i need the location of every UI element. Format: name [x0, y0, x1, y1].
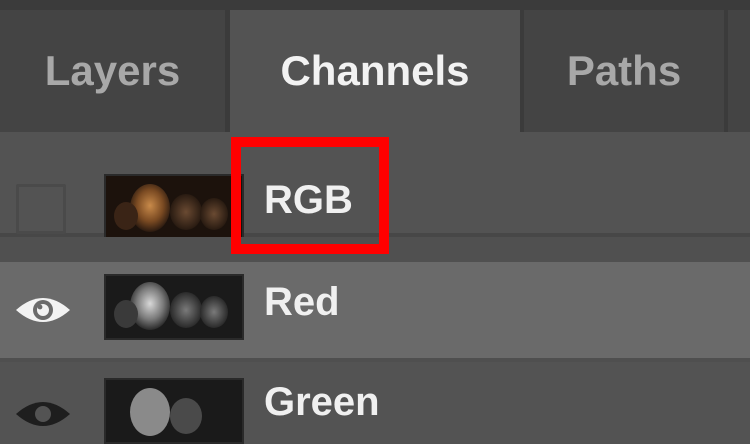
channel-thumbnail-rgb [104, 174, 244, 240]
channel-row-green[interactable]: Green [0, 366, 750, 444]
tab-channels[interactable]: Channels [230, 10, 520, 132]
channel-row-red[interactable]: Red [0, 262, 750, 362]
panel-tab-bar: Layers Channels Paths [0, 0, 750, 132]
eye-icon[interactable] [14, 396, 72, 432]
channel-thumbnail-green [104, 378, 244, 444]
channel-label-green[interactable]: Green [264, 380, 380, 425]
tab-bar-filler [728, 10, 750, 132]
highlight-box [231, 137, 389, 254]
channel-label-red[interactable]: Red [264, 280, 340, 325]
tab-layers[interactable]: Layers [0, 10, 225, 132]
tab-paths[interactable]: Paths [524, 10, 724, 132]
channel-thumbnail-red [104, 274, 244, 340]
visibility-toggle-rgb[interactable] [16, 184, 66, 234]
eye-icon[interactable] [14, 292, 72, 328]
